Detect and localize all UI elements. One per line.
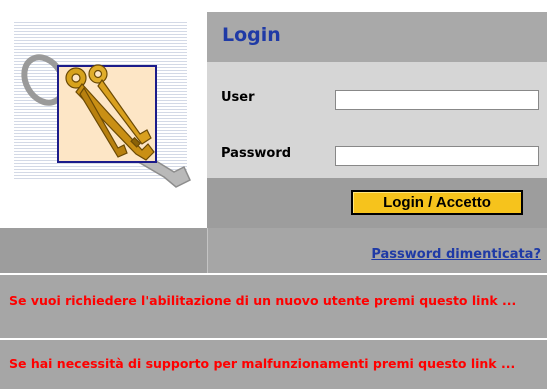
top-strip	[207, 0, 547, 12]
forgot-password-row: Password dimenticata?	[0, 228, 547, 273]
user-input[interactable]	[335, 90, 539, 110]
new-user-request-link[interactable]: Se vuoi richiedere l'abilitazione di un …	[9, 294, 539, 308]
logo-area	[0, 0, 207, 228]
login-form: User Password	[207, 62, 547, 178]
password-label: Password	[221, 146, 292, 161]
login-page: Login User Password Login / Accetto Pass…	[0, 0, 547, 389]
button-area: Login / Accetto	[207, 178, 547, 228]
login-button[interactable]: Login / Accetto	[351, 190, 523, 215]
keys-icon	[21, 54, 191, 188]
login-header: Login	[207, 12, 547, 62]
forgot-password-link[interactable]: Password dimenticata?	[371, 247, 541, 262]
forgot-password-cell: Password dimenticata?	[208, 228, 547, 273]
support-request-link[interactable]: Se hai necessità di supporto per malfunz…	[9, 357, 539, 371]
login-panel: Login User Password Login / Accetto	[207, 12, 547, 228]
login-title: Login	[222, 24, 281, 46]
new-user-row: Se vuoi richiedere l'abilitazione di un …	[0, 275, 547, 338]
password-input[interactable]	[335, 146, 539, 166]
support-row: Se hai necessità di supporto per malfunz…	[0, 340, 547, 389]
user-label: User	[221, 90, 255, 105]
